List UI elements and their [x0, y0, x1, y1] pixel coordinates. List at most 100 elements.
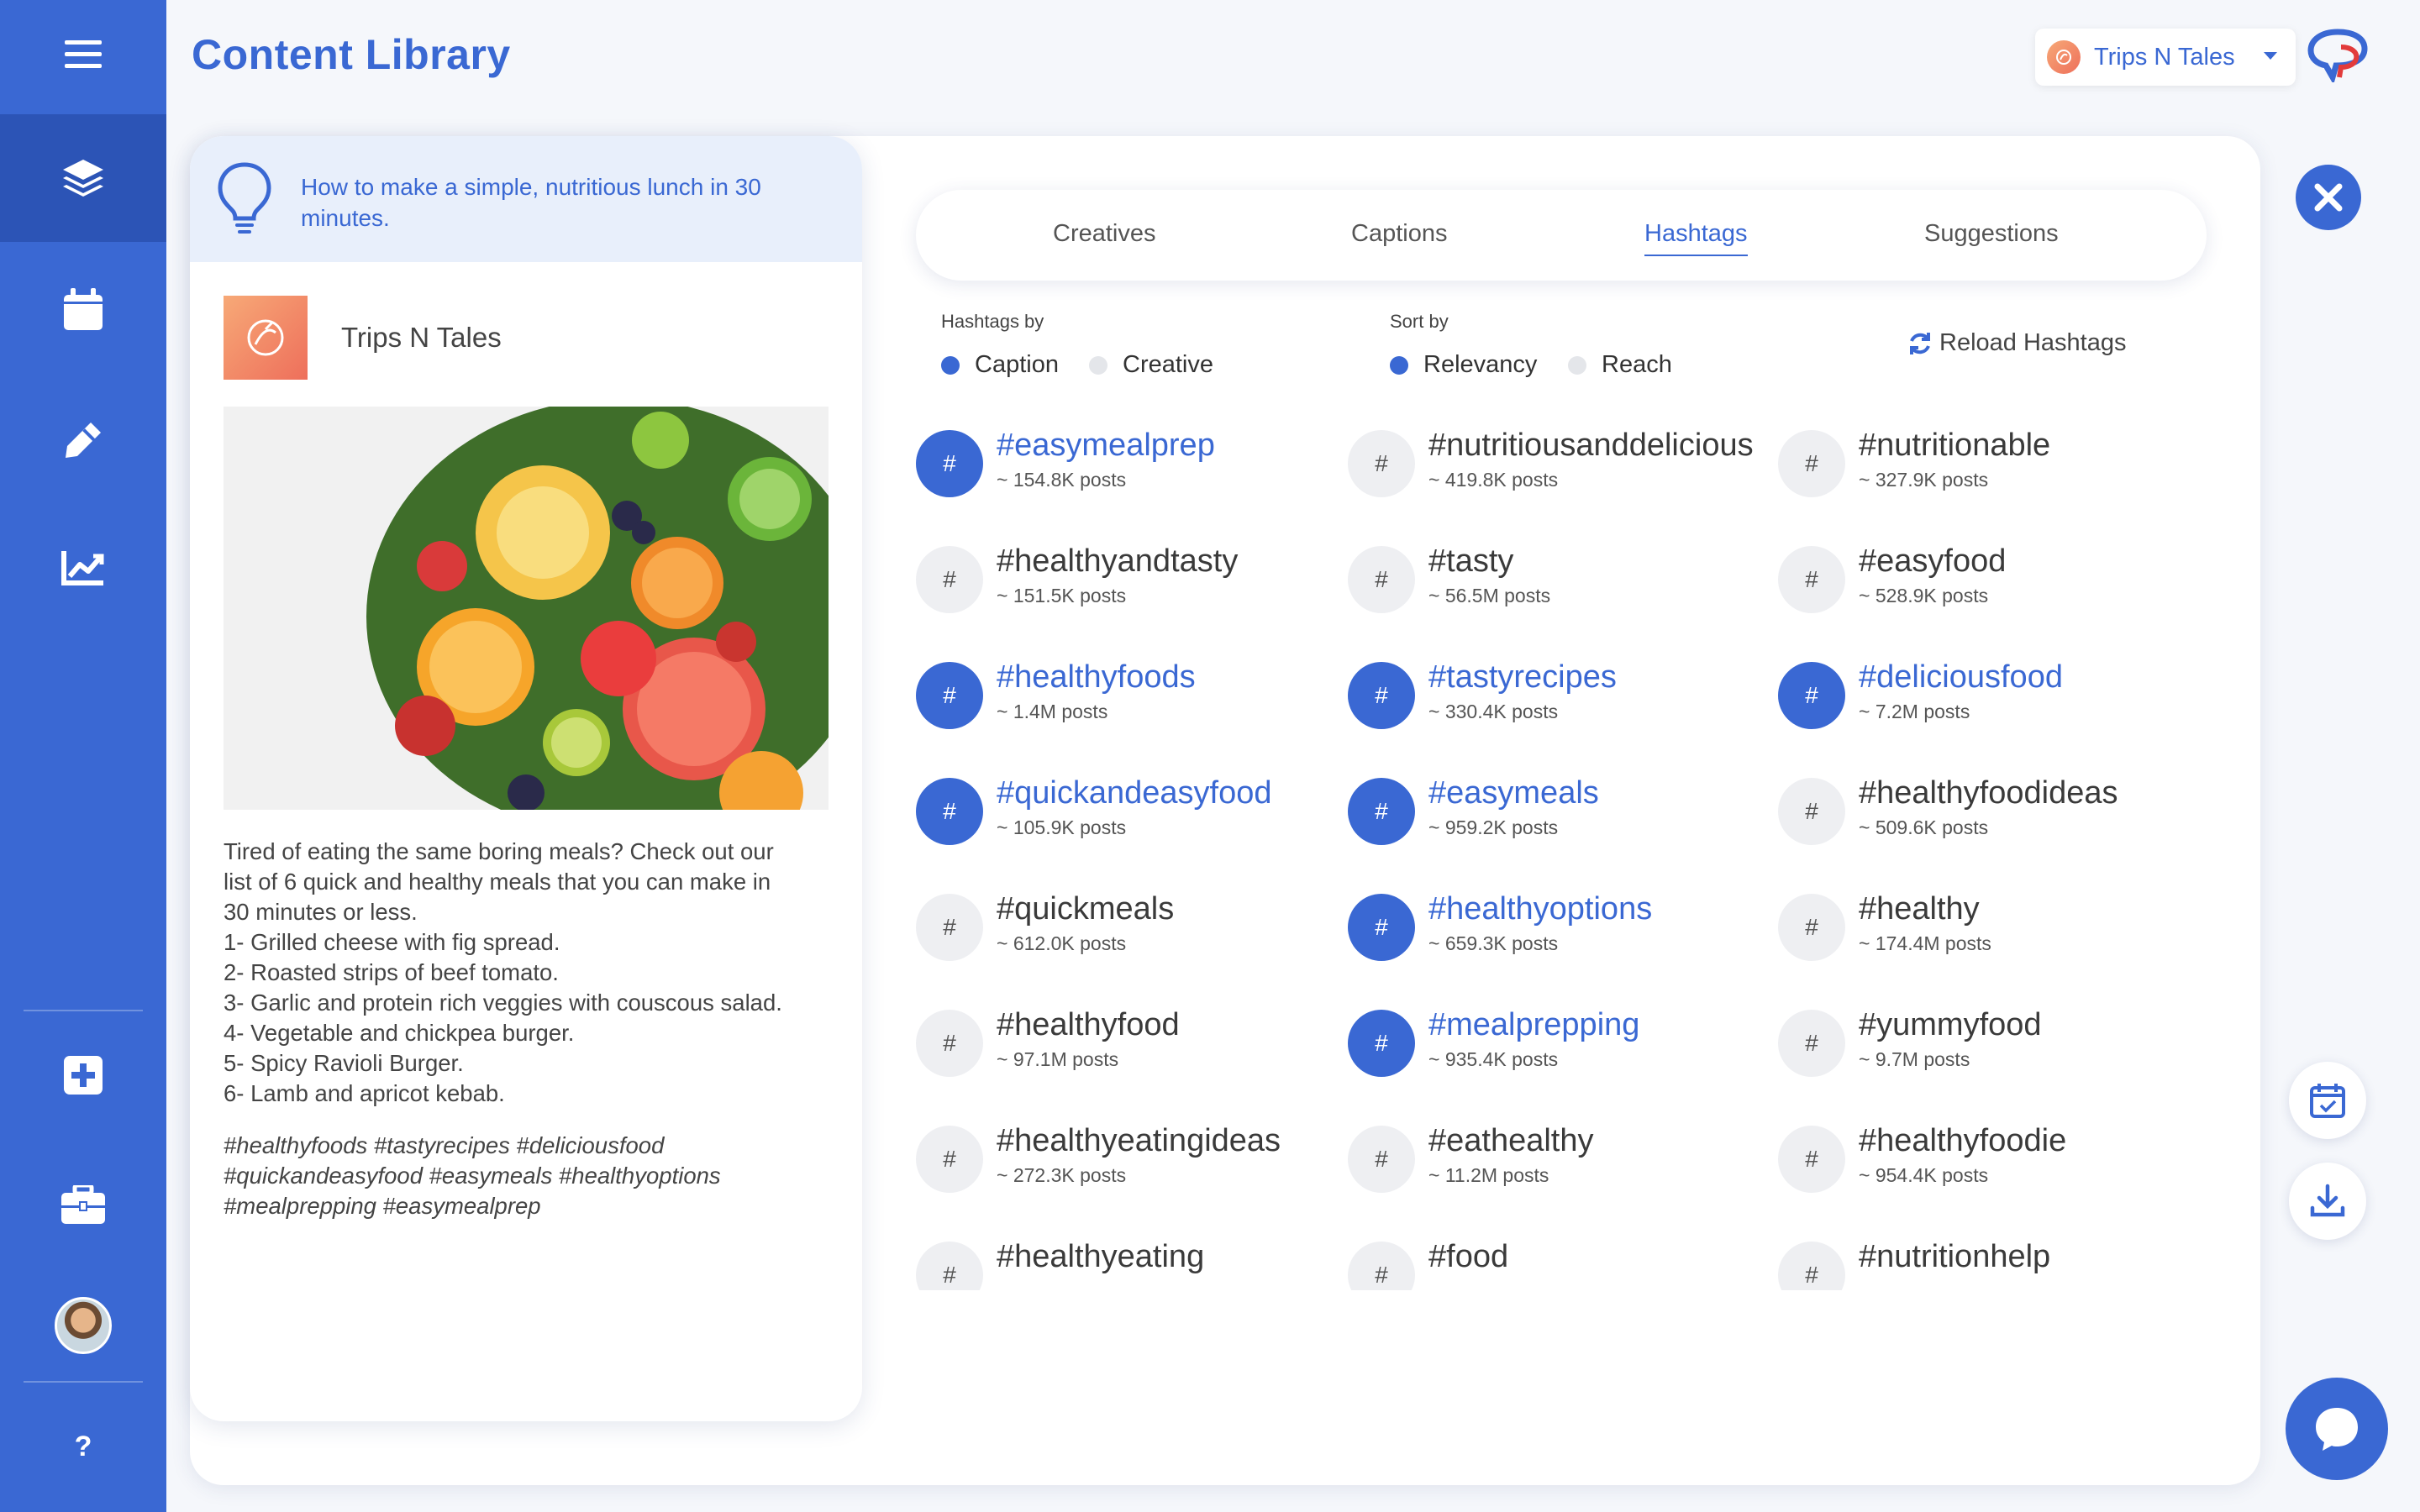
radio-caption-label: Caption: [975, 351, 1059, 378]
radio-creative[interactable]: Creative: [1089, 351, 1213, 379]
sidebar-item-content-library[interactable]: [0, 114, 166, 242]
hashtag-item[interactable]: # #healthyeatingideas ~ 272.3K posts: [916, 1122, 1353, 1215]
hashtag-text: #easymeals ~ 959.2K posts: [1428, 774, 1599, 839]
reload-hashtags-button[interactable]: Reload Hashtags: [1907, 329, 2126, 357]
hashtag-item[interactable]: # #eathealthy ~ 11.2M posts: [1348, 1122, 1785, 1215]
hashtag-toggle-icon[interactable]: #: [1778, 1242, 1845, 1290]
hashtag-toggle-icon[interactable]: #: [1348, 546, 1415, 613]
hashtag-text: #healthyfoods ~ 1.4M posts: [997, 659, 1196, 723]
hashtag-item[interactable]: # #easymealprep ~ 154.8K posts: [916, 427, 1353, 519]
download-icon: [2310, 1184, 2345, 1217]
tab-hashtags[interactable]: Hashtags: [1644, 220, 1748, 256]
help-button[interactable]: ?: [0, 1383, 166, 1510]
radio-unselected-icon: [1089, 355, 1107, 375]
hashtag-toggle-icon[interactable]: #: [1778, 546, 1845, 613]
hashtag-text: #nutritionable ~ 327.9K posts: [1859, 427, 2050, 491]
hashtag-text: #nutritionhelp: [1859, 1238, 2050, 1280]
sidebar-item-compose[interactable]: [0, 376, 166, 504]
hashtag-toggle-icon[interactable]: #: [916, 1126, 983, 1193]
sidebar-item-profile[interactable]: [0, 1262, 166, 1389]
hashtag-toggle-icon[interactable]: #: [1348, 430, 1415, 497]
menu-button[interactable]: [0, 0, 166, 109]
fruit-image: [224, 407, 829, 810]
hashtag-toggle-icon[interactable]: #: [916, 662, 983, 729]
layers-icon: [63, 160, 103, 197]
hashtag-toggle-icon[interactable]: #: [916, 894, 983, 961]
hashtag-toggle-icon[interactable]: #: [916, 546, 983, 613]
caption-line: 4- Vegetable and chickpea burger.: [224, 1020, 575, 1046]
tab-captions[interactable]: Captions: [1351, 220, 1447, 248]
sidebar-item-briefcase[interactable]: [0, 1141, 166, 1268]
hashtag-item[interactable]: # #nutritionhelp: [1778, 1238, 2215, 1290]
hashtag-post-count: ~ 151.5K posts: [997, 585, 1127, 606]
download-button[interactable]: [2289, 1163, 2366, 1240]
hashtag-text: #healthyeating: [997, 1238, 1204, 1280]
hashtag-toggle-icon[interactable]: #: [1778, 662, 1845, 729]
hashtag-text: #healthyoptions ~ 659.3K posts: [1428, 890, 1652, 955]
hashtag-item[interactable]: # #quickandeasyfood ~ 105.9K posts: [916, 774, 1353, 867]
hashtag-item[interactable]: # #deliciousfood ~ 7.2M posts: [1778, 659, 2215, 751]
hashtag-item[interactable]: # #healthyfoodideas ~ 509.6K posts: [1778, 774, 2215, 867]
hashtag-text: #mealprepping ~ 935.4K posts: [1428, 1006, 1639, 1071]
hashtag-item[interactable]: # #healthyfood ~ 97.1M posts: [916, 1006, 1353, 1099]
hashtag-item[interactable]: # #healthyeating: [916, 1238, 1353, 1290]
hashtag-toggle-icon[interactable]: #: [1348, 778, 1415, 845]
radio-reach[interactable]: Reach: [1568, 351, 1672, 379]
hashtag-item[interactable]: # #healthyandtasty ~ 151.5K posts: [916, 543, 1353, 635]
radio-relevancy[interactable]: Relevancy: [1390, 351, 1537, 379]
hashtag-toggle-icon[interactable]: #: [916, 1242, 983, 1290]
hashtag-item[interactable]: # #healthyfoods ~ 1.4M posts: [916, 659, 1353, 751]
menu-icon: [65, 40, 102, 68]
hashtag-toggle-icon[interactable]: #: [1778, 894, 1845, 961]
hashtag-text: #easymealprep ~ 154.8K posts: [997, 427, 1215, 491]
hashtag-toggle-icon[interactable]: #: [1348, 894, 1415, 961]
chat-support-button[interactable]: [2286, 1378, 2388, 1480]
hashtag-toggle-icon[interactable]: #: [1778, 778, 1845, 845]
schedule-button[interactable]: [2289, 1062, 2366, 1139]
hashtag-item[interactable]: # #mealprepping ~ 935.4K posts: [1348, 1006, 1785, 1099]
post-image[interactable]: [224, 407, 829, 810]
hashtag-item[interactable]: # #healthyoptions ~ 659.3K posts: [1348, 890, 1785, 983]
hashtag-item[interactable]: # #quickmeals ~ 612.0K posts: [916, 890, 1353, 983]
brand-logo-icon: [2307, 29, 2368, 82]
hashtag-name: #easymealprep: [997, 428, 1215, 463]
hashtag-item[interactable]: # #nutritiousanddelicious ~ 419.8K posts: [1348, 427, 1785, 519]
hashtag-item[interactable]: # #food: [1348, 1238, 1785, 1290]
hashtag-toggle-icon[interactable]: #: [1778, 1126, 1845, 1193]
hashtag-item[interactable]: # #tasty ~ 56.5M posts: [1348, 543, 1785, 635]
hashtag-item[interactable]: # #yummyfood ~ 9.7M posts: [1778, 1006, 2215, 1099]
account-selector[interactable]: Trips N Tales: [2035, 29, 2296, 86]
hashtag-toggle-icon[interactable]: #: [1348, 662, 1415, 729]
hashtag-text: #yummyfood ~ 9.7M posts: [1859, 1006, 2042, 1071]
hashtag-name: #yummyfood: [1859, 1007, 2042, 1042]
hashtag-toggle-icon[interactable]: #: [1778, 1010, 1845, 1077]
account-logo-icon: [2047, 40, 2081, 74]
hashtag-toggle-icon[interactable]: #: [916, 778, 983, 845]
sidebar-item-calendar[interactable]: [0, 245, 166, 373]
close-button[interactable]: [2296, 165, 2361, 230]
tab-creatives[interactable]: Creatives: [1053, 220, 1156, 248]
tab-suggestions[interactable]: Suggestions: [1924, 220, 2059, 248]
hashtag-item[interactable]: # #nutritionable ~ 327.9K posts: [1778, 427, 2215, 519]
hashtag-text: #quickandeasyfood ~ 105.9K posts: [997, 774, 1271, 839]
hashtag-toggle-icon[interactable]: #: [1778, 430, 1845, 497]
hashtag-item[interactable]: # #easymeals ~ 959.2K posts: [1348, 774, 1785, 867]
caption-line: 5- Spicy Ravioli Burger.: [224, 1050, 464, 1076]
hashtag-text: #eathealthy ~ 11.2M posts: [1428, 1122, 1594, 1187]
hashtag-toggle-icon[interactable]: #: [1348, 1126, 1415, 1193]
post-caption: Tired of eating the same boring meals? C…: [224, 837, 837, 1109]
hashtag-post-count: ~ 935.4K posts: [1428, 1048, 1559, 1070]
sidebar-item-analytics[interactable]: [0, 504, 166, 632]
hashtag-item[interactable]: # #easyfood ~ 528.9K posts: [1778, 543, 2215, 635]
hashtag-item[interactable]: # #healthy ~ 174.4M posts: [1778, 890, 2215, 983]
radio-caption[interactable]: Caption: [941, 351, 1059, 379]
hashtag-item[interactable]: # #tastyrecipes ~ 330.4K posts: [1348, 659, 1785, 751]
hashtag-toggle-icon[interactable]: #: [916, 430, 983, 497]
sidebar-item-add[interactable]: [0, 1011, 166, 1139]
hashtag-toggle-icon[interactable]: #: [1348, 1010, 1415, 1077]
hashtag-toggle-icon[interactable]: #: [1348, 1242, 1415, 1290]
hashtag-toggle-icon[interactable]: #: [916, 1010, 983, 1077]
caption-hashtags: #healthyfoods #tastyrecipes #deliciousfo…: [224, 1131, 837, 1221]
hashtag-item[interactable]: # #healthyfoodie ~ 954.4K posts: [1778, 1122, 2215, 1215]
hashtag-text: #deliciousfood ~ 7.2M posts: [1859, 659, 2063, 723]
